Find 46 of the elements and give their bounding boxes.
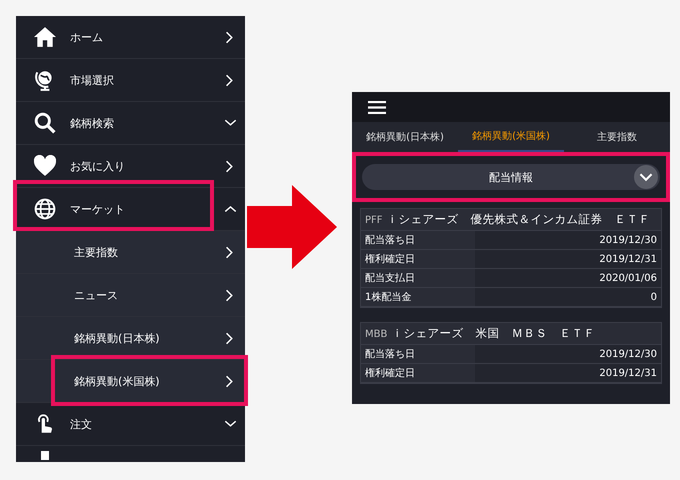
menu-label: 銘柄異動(米国株) <box>73 374 161 388</box>
row-label: 権利確定日 <box>361 250 475 268</box>
row-label: 配当落ち日 <box>361 231 475 249</box>
submenu-item[interactable]: 銘柄異動(日本株) <box>16 317 245 360</box>
row-value: 0 <box>650 292 658 302</box>
menu-label: 銘柄異動(日本株) <box>73 330 161 346</box>
search-icon <box>34 112 56 134</box>
tab[interactable]: 銘柄異動(米国株) <box>458 122 564 152</box>
menu-label: ホーム <box>70 30 104 44</box>
menu-item[interactable]: お気に入り <box>16 145 245 188</box>
menu-label: マーケット <box>70 202 126 216</box>
tab[interactable]: 銘柄異動(日本株) <box>352 122 458 152</box>
dropdown-value: 配当情報 <box>489 170 533 184</box>
menu-item[interactable]: ホーム <box>16 16 245 59</box>
row-value: 2019/12/30 <box>598 234 658 246</box>
row-value: 2019/12/31 <box>598 368 658 378</box>
dropdown[interactable]: 配当情報 <box>362 164 660 190</box>
tab[interactable]: 主要指数 <box>564 122 670 152</box>
stock-name: ｉシェアーズ 優先株式＆インカム証券 ＥＴＦ <box>386 212 651 227</box>
menu-item[interactable]: 銘柄検索 <box>16 102 245 145</box>
submenu-item[interactable]: 主要指数 <box>16 231 245 274</box>
menu-label: ニュース <box>73 288 119 302</box>
menu-item[interactable]: 市場選択 <box>16 59 245 102</box>
row-value: 2020/01/06 <box>598 272 658 284</box>
menu-label: 注文 <box>70 416 93 432</box>
row-value: 2019/12/31 <box>598 254 658 264</box>
row-label: 1株配当金 <box>361 288 475 306</box>
menu-label: 主要指数 <box>73 244 119 260</box>
menu-label: 銘柄検索 <box>70 116 115 130</box>
ticker-symbol: PFF <box>365 215 383 226</box>
row-value: 2019/12/30 <box>598 348 658 360</box>
chevron-down-icon <box>634 165 658 189</box>
submenu-item[interactable]: ニュース <box>16 274 245 317</box>
home-icon <box>34 26 56 48</box>
menu-label: 市場選択 <box>70 72 115 88</box>
globe-icon <box>34 198 56 220</box>
row-label: 配当落ち日 <box>361 345 475 363</box>
row-label: 権利確定日 <box>361 364 475 382</box>
heart-icon <box>34 155 56 177</box>
menu-label: お気に入り <box>70 158 126 174</box>
ticker-symbol: MBB <box>365 329 388 340</box>
row-label: 配当支払日 <box>361 269 475 287</box>
menu-item[interactable]: 注文 <box>16 403 245 446</box>
stock-name: ｉシェアーズ 米国 ＭＢＳ ＥＴＦ <box>391 326 596 341</box>
submenu-item[interactable]: 銘柄異動(米国株) <box>16 360 245 403</box>
menu-icon[interactable] <box>368 100 386 114</box>
